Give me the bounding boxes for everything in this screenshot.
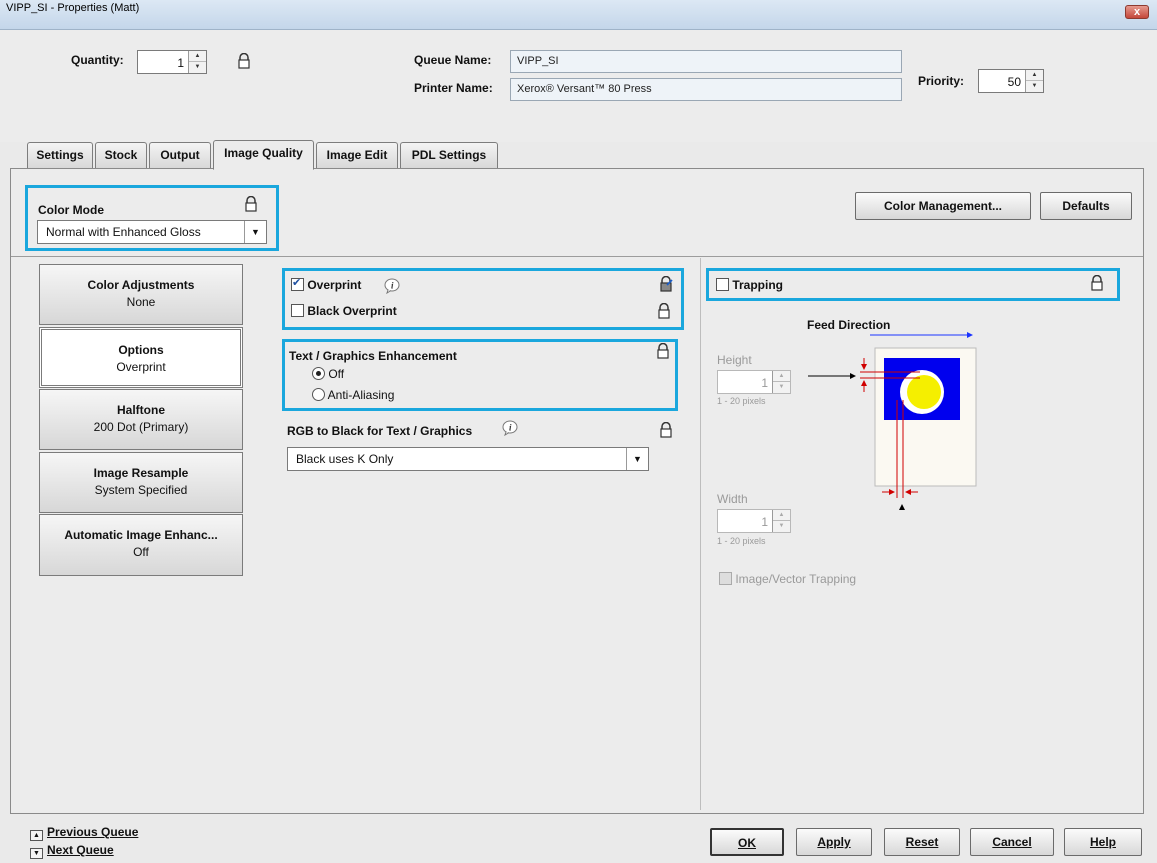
printer-name-field: Xerox® Versant™ 80 Press [510,78,902,101]
defaults-button[interactable]: Defaults [1040,192,1132,220]
printer-name-label: Printer Name: [414,81,493,95]
lock-icon[interactable] [657,303,671,319]
rgb-to-black-select[interactable]: Black uses K Only ▼ [287,447,649,471]
trapping-label: Trapping [732,278,784,292]
tab-settings[interactable]: Settings [27,142,93,168]
image-vector-trapping-checkbox[interactable] [719,572,732,585]
height-range: 1 - 20 pixels [717,396,766,406]
spinner-icon[interactable]: ▲ ▼ [1025,70,1043,92]
close-icon[interactable]: x [1125,5,1149,19]
width-range: 1 - 20 pixels [717,536,766,546]
lock-icon[interactable] [1090,275,1104,291]
spinner-icon[interactable]: ▲ ▼ [772,510,790,532]
nav-sub: Off [133,545,149,559]
next-queue-link[interactable]: ▼ Next Queue [30,843,114,859]
radio-anti-aliasing[interactable] [312,388,325,401]
help-button[interactable]: Help [1064,828,1142,856]
black-overprint-checkbox-row[interactable]: Black Overprint [291,304,397,318]
nav-color-adjustments[interactable]: Color Adjustments None [39,264,243,325]
queue-name-field: VIPP_SI [510,50,902,73]
nav-title: Options [118,343,164,357]
divider [11,256,1143,257]
title-bar: VIPP_SI - Properties (Matt) x [0,0,1157,30]
priority-label: Priority: [918,74,965,88]
tab-stock[interactable]: Stock [95,142,147,168]
spinner-icon[interactable]: ▲ ▼ [188,51,206,73]
height-value: 1 [761,376,768,390]
tab-output[interactable]: Output [149,142,211,168]
width-value: 1 [761,515,768,529]
trapping-diagram [808,332,977,510]
lock-icon[interactable] [659,276,673,292]
nav-sub: None [126,295,156,309]
arrow-up-icon: ▲ [30,830,43,841]
priority-stepper[interactable]: 50 ▲ ▼ [978,69,1044,93]
lock-icon[interactable] [656,343,670,359]
reset-button[interactable]: Reset [884,828,960,856]
nav-sub: Overprint [116,360,166,374]
lock-icon[interactable] [244,196,258,212]
black-overprint-label: Black Overprint [307,304,397,318]
color-mode-select[interactable]: Normal with Enhanced Gloss ▼ [37,220,267,244]
spinner-icon[interactable]: ▲ ▼ [772,371,790,393]
rgb-to-black-value: Black uses K Only [296,452,394,466]
lock-icon[interactable] [237,53,251,69]
nav-title: Color Adjustments [87,278,195,292]
quantity-value: 1 [177,56,184,70]
info-icon[interactable]: i [384,278,400,294]
radio-off-label: Off [328,367,345,381]
priority-value: 50 [1007,75,1021,89]
dropdown-arrow-icon[interactable]: ▼ [626,448,648,470]
info-icon[interactable]: i [502,420,518,436]
next-queue-label: Next Queue [47,843,114,857]
nav-title: Image Resample [93,466,189,480]
lock-icon[interactable] [659,422,673,438]
nav-title: Automatic Image Enhanc... [64,528,218,542]
tab-image-edit[interactable]: Image Edit [316,142,398,168]
nav-sub: 200 Dot (Primary) [93,420,189,434]
previous-queue-label: Previous Queue [47,825,139,839]
height-stepper[interactable]: 1 ▲ ▼ [717,370,791,394]
height-label: Height [717,353,752,367]
black-overprint-checkbox[interactable] [291,304,304,317]
color-management-button[interactable]: Color Management... [855,192,1031,220]
overprint-checkbox[interactable] [291,276,304,291]
ok-button[interactable]: OK [710,828,784,856]
window-title: VIPP_SI - Properties (Matt) [6,2,140,14]
tab-pdl-settings[interactable]: PDL Settings [400,142,498,168]
color-mode-label: Color Mode [38,203,104,217]
tab-image-quality[interactable]: Image Quality [213,140,314,170]
queue-name-label: Queue Name: [414,53,492,67]
nav-title: Halftone [117,403,165,417]
radio-aa-label: Anti-Aliasing [327,388,395,402]
radio-off[interactable] [312,367,325,380]
trapping-checkbox-row[interactable]: Trapping [716,278,783,292]
width-stepper[interactable]: 1 ▲ ▼ [717,509,791,533]
nav-options[interactable]: Options Overprint [39,327,243,388]
previous-queue-link[interactable]: ▲ Previous Queue [30,825,138,841]
quantity-stepper[interactable]: 1 ▲ ▼ [137,50,207,74]
apply-button[interactable]: Apply [796,828,872,856]
quantity-label: Quantity: [71,53,124,67]
radio-off-row[interactable]: Off [312,367,344,381]
width-label: Width [717,492,748,506]
rgb-to-black-label: RGB to Black for Text / Graphics [287,424,473,438]
radio-anti-aliasing-row[interactable]: Anti-Aliasing [312,388,394,402]
arrow-down-icon: ▼ [30,848,43,859]
trapping-checkbox[interactable] [716,278,729,291]
image-vector-trapping-row[interactable]: Image/Vector Trapping [719,572,856,586]
nav-image-resample[interactable]: Image Resample System Specified [39,452,243,513]
nav-automatic-image-enhancement[interactable]: Automatic Image Enhanc... Off [39,514,243,576]
divider [700,258,701,810]
nav-sub: System Specified [94,483,188,497]
overprint-label: Overprint [307,278,362,292]
text-graphics-label: Text / Graphics Enhancement [289,349,457,363]
cancel-button[interactable]: Cancel [970,828,1054,856]
image-vector-trapping-label: Image/Vector Trapping [735,572,857,586]
dropdown-arrow-icon[interactable]: ▼ [244,221,266,243]
color-mode-value: Normal with Enhanced Gloss [46,225,201,239]
overprint-checkbox-row[interactable]: Overprint [291,276,362,292]
nav-halftone[interactable]: Halftone 200 Dot (Primary) [39,389,243,450]
